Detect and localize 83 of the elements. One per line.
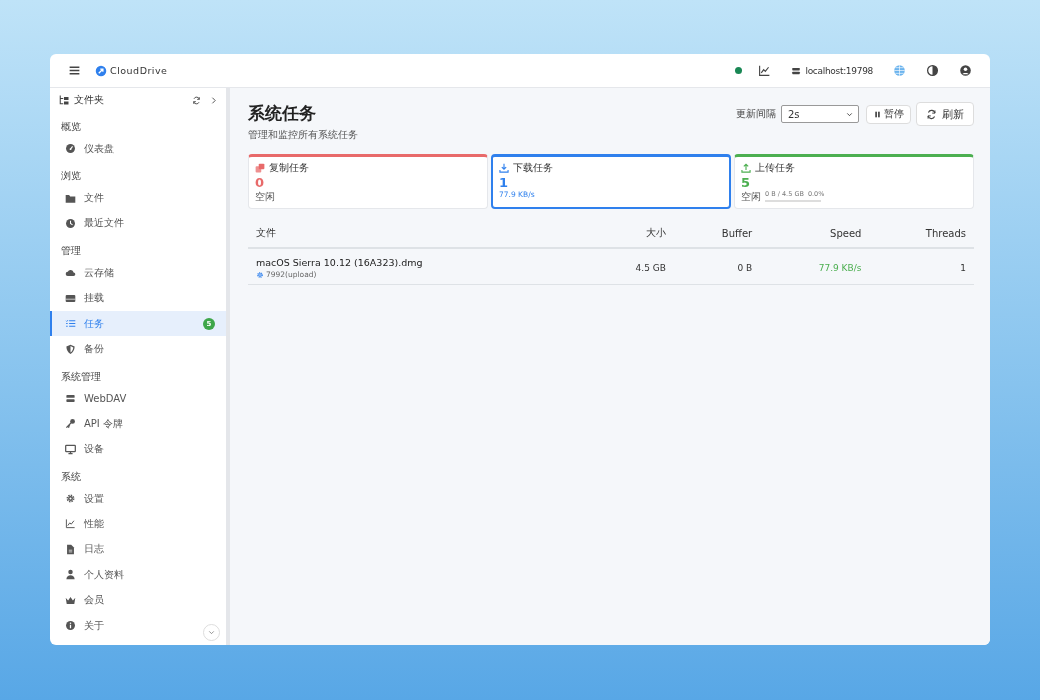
- sidebar-item[interactable]: 设备: [50, 436, 226, 462]
- refresh-button[interactable]: 刷新: [916, 102, 974, 126]
- task-list-icon: [65, 318, 76, 330]
- sidebar-item[interactable]: 文件: [50, 185, 226, 211]
- server-icon: [65, 392, 76, 404]
- brand-name: CloudDrive: [110, 65, 168, 76]
- task-count: 5: [741, 175, 752, 190]
- logo-icon: [95, 64, 107, 77]
- table-cell: 0 B: [673, 248, 761, 285]
- cloud-icon: [65, 267, 76, 279]
- section-title: 概览: [60, 120, 82, 134]
- user-icon: [959, 64, 972, 77]
- column-header: Threads: [869, 219, 974, 248]
- dashboard-icon: [65, 143, 76, 155]
- pause-button[interactable]: 暂停: [866, 104, 911, 124]
- card-title: 下载任务: [513, 161, 553, 175]
- interval-select[interactable]: 2s: [781, 105, 859, 123]
- sidebar-item[interactable]: WebDAV: [50, 385, 226, 412]
- monitor-icon: [65, 443, 76, 455]
- gear-icon: [256, 270, 264, 279]
- line-chart-icon: [758, 64, 772, 77]
- table-cell: 4.5 GB: [587, 248, 674, 285]
- folder-tree-icon: [58, 94, 70, 106]
- column-header: Speed: [760, 219, 870, 248]
- copy-icon: [255, 163, 265, 173]
- sidebar-item[interactable]: 挂载: [50, 285, 226, 311]
- sidebar-item[interactable]: 云存储: [50, 260, 226, 286]
- refresh-button[interactable]: [190, 93, 203, 107]
- file-name: macOS Sierra 10.12 (16A323).dmg: [256, 257, 424, 268]
- sidebar-item[interactable]: 会员: [50, 587, 226, 613]
- task-card[interactable]: 复制任务 0 空闲: [248, 154, 488, 209]
- card-title: 复制任务: [269, 161, 309, 175]
- refresh-icon: [926, 108, 937, 120]
- column-header: Buffer: [673, 219, 761, 248]
- sidebar-item[interactable]: API 令牌: [50, 411, 226, 437]
- section-title: 系统: [60, 469, 82, 484]
- sidebar-item[interactable]: 关于: [50, 612, 226, 639]
- column-header: 文件: [248, 219, 588, 248]
- refresh-icon: [192, 95, 201, 105]
- section-title: 系统管理: [60, 369, 102, 384]
- menu-icon: [68, 64, 81, 77]
- sidebar-item[interactable]: 最近文件: [50, 210, 226, 237]
- shield-icon: [65, 343, 76, 355]
- download-icon: [499, 163, 509, 173]
- task-count: 1: [499, 175, 510, 190]
- chevron-down-icon: [207, 628, 216, 637]
- crown-icon: [65, 594, 76, 606]
- chevron-right-icon: [209, 95, 218, 105]
- sidebar-item[interactable]: 备份: [50, 336, 226, 362]
- folder-tree-label: 文件夹: [74, 93, 105, 107]
- page-subtitle: 管理和监控所有系统任务: [248, 128, 358, 142]
- document-icon: [65, 543, 76, 555]
- status-dot: [735, 67, 743, 74]
- contrast-icon: [926, 64, 939, 77]
- sidebar-item[interactable]: 性能: [50, 511, 226, 537]
- server-button[interactable]: localhost:19798: [787, 61, 877, 80]
- sidebar-item[interactable]: 仪表盘: [50, 136, 226, 162]
- person-icon: [65, 569, 76, 581]
- drive-icon: [65, 292, 76, 304]
- interval-label: 更新间隔: [736, 107, 776, 121]
- pause-icon: [873, 109, 882, 119]
- sidebar-item[interactable]: 设置: [50, 485, 226, 512]
- page-title: 系统任务: [248, 102, 317, 125]
- speed-cell: 77.9 KB/s: [760, 248, 870, 285]
- info-icon: [65, 620, 76, 632]
- globe-icon: [893, 64, 906, 77]
- status-text: 空闲: [741, 190, 761, 204]
- sidebar-item[interactable]: 个人资料: [50, 562, 226, 588]
- card-title: 上传任务: [755, 161, 795, 175]
- section-title: 浏览: [60, 169, 82, 184]
- upload-icon: [741, 163, 751, 173]
- task-count: 0: [255, 175, 266, 190]
- sidebar-item[interactable]: 日志: [50, 536, 226, 563]
- section-title: 管理: [60, 244, 82, 259]
- table-cell: 1: [869, 248, 974, 285]
- settings-icon: [65, 493, 76, 505]
- status-text: 空闲: [255, 190, 275, 204]
- clock-icon: [65, 217, 76, 229]
- line-chart-icon: [65, 518, 76, 530]
- folder-icon: [65, 192, 76, 204]
- server-icon: [791, 65, 802, 76]
- key-icon: [65, 418, 76, 430]
- column-header: 大小: [587, 219, 674, 248]
